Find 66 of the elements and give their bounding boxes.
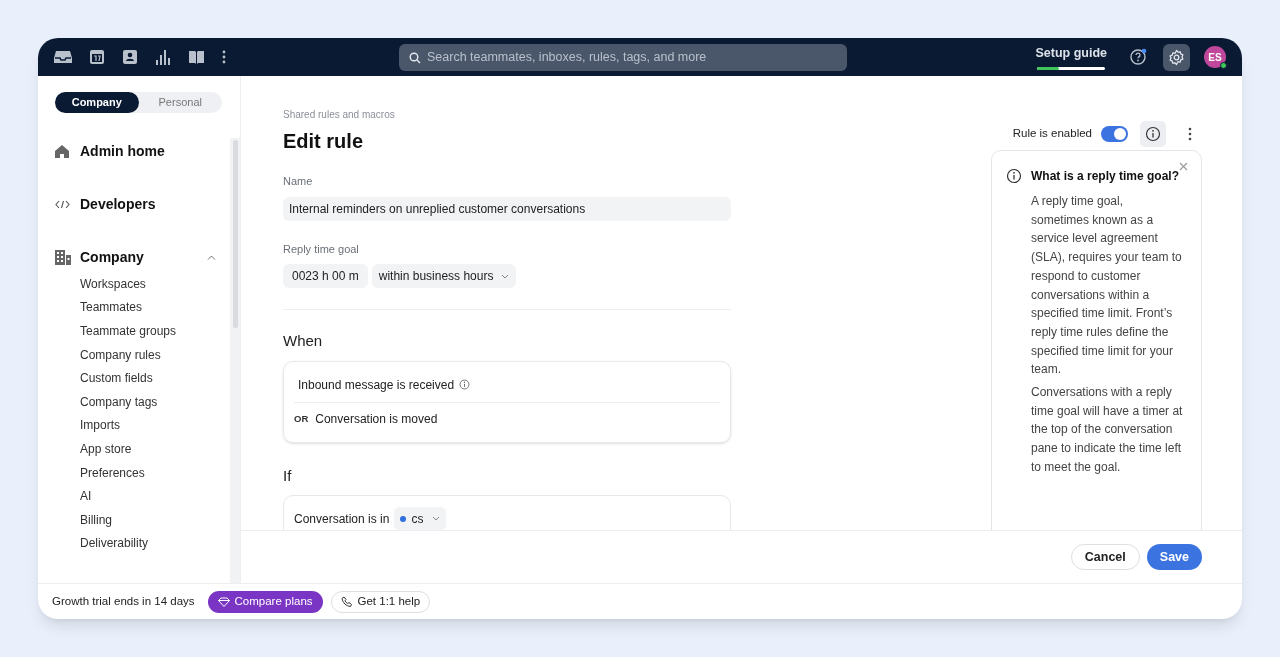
sidebar-item[interactable]: Custom fields [80, 369, 153, 388]
segment-tab[interactable]: Company [55, 92, 139, 113]
scrollbar[interactable] [230, 138, 240, 583]
sidebar-item[interactable]: App store [80, 439, 132, 458]
more-icon[interactable] [222, 50, 226, 64]
segment-tab[interactable]: Personal [138, 92, 222, 113]
info-icon [1145, 126, 1161, 142]
chevron-down-icon [501, 273, 510, 279]
nav-section-link[interactable]: Company [80, 246, 144, 268]
sidebar-item[interactable]: Teammates [80, 298, 143, 317]
field-label: Reply time goal [283, 241, 360, 257]
nav-section-link[interactable]: Developers [80, 193, 156, 215]
sidebar-item[interactable]: Company rules [80, 345, 161, 364]
building-icon [55, 249, 71, 265]
contact-icon[interactable] [122, 49, 138, 65]
search-field[interactable]: Search teammates, inboxes, rules, tags, and more [399, 43, 847, 71]
condition-text: Conversation is in [294, 510, 390, 528]
rule-toggle[interactable] [1101, 126, 1128, 142]
sidebar-item[interactable]: Teammate groups [80, 322, 177, 340]
code-icon [55, 199, 70, 209]
setup-guide-button[interactable]: Setup guide [1035, 44, 1107, 70]
inbox-icon[interactable] [54, 49, 72, 65]
save-button[interactable]: Save [1146, 544, 1202, 570]
info-icon [1006, 168, 1022, 184]
sidebar-item[interactable]: Workspaces [80, 274, 146, 293]
sidebar-item[interactable]: AI [80, 487, 92, 506]
inbox-dropdown[interactable]: cs [394, 507, 447, 530]
help-paragraph: Conversations with a reply time goal will have a timer at the top of the conversation pane to indicate the time left to meet the goal. [1031, 384, 1183, 476]
settings-icon [1168, 48, 1185, 66]
help-icon[interactable] [1129, 48, 1147, 66]
sidebar-item[interactable]: Preferences [80, 463, 145, 482]
sidebar-item[interactable]: Company tags [80, 392, 158, 411]
page-title: Edit rule [283, 129, 364, 154]
time-field[interactable]: 0023 h 00 m [283, 264, 368, 288]
mode-dropdown[interactable]: within business hours [371, 264, 517, 288]
trial-notice: Growth trial ends in 14 days [52, 593, 195, 609]
nav-section-link[interactable]: Admin home [80, 140, 165, 162]
avatar[interactable]: ES [1204, 46, 1226, 68]
info-button[interactable] [1140, 121, 1166, 147]
chevron-down-icon [432, 516, 441, 521]
home-icon [55, 144, 69, 158]
name-field[interactable]: Internal reminders on unreplied customer conversations [283, 196, 731, 221]
calendar-icon[interactable] [89, 49, 105, 65]
or-label: OR [294, 411, 309, 426]
trigger-text: Inbound message is received [298, 376, 455, 394]
compare-plans-button[interactable]: Compare plans [207, 590, 323, 613]
diamond-icon [217, 596, 230, 607]
section-heading: If [283, 465, 293, 486]
help-paragraph: A reply time goal, sometimes known as a service level agreement (SLA), requires your team to respond to customer conversations within a specified time limit. Front’s reply time rules define the specified time limit for your team. [1031, 193, 1183, 379]
sidebar-item[interactable]: Imports [80, 416, 120, 435]
info-icon[interactable] [459, 379, 471, 390]
more-icon[interactable] [1188, 127, 1192, 141]
trigger-text: Conversation is moved [315, 411, 438, 428]
book-icon[interactable] [188, 49, 205, 65]
close-icon[interactable] [1179, 162, 1188, 171]
settings-button[interactable] [1163, 43, 1190, 71]
bar-chart-icon[interactable] [155, 49, 171, 65]
phone-icon [340, 595, 353, 608]
toggle-label: Rule is enabled [1012, 126, 1092, 142]
sidebar-item[interactable]: Billing [80, 510, 112, 529]
breadcrumb[interactable]: Shared rules and macros [283, 107, 395, 122]
section-heading: When [283, 331, 324, 351]
sidebar-item[interactable]: Deliverability [80, 534, 149, 553]
search-icon [409, 51, 421, 64]
field-label: Name [283, 174, 314, 189]
help-title: What is a reply time goal? [1031, 168, 1181, 185]
